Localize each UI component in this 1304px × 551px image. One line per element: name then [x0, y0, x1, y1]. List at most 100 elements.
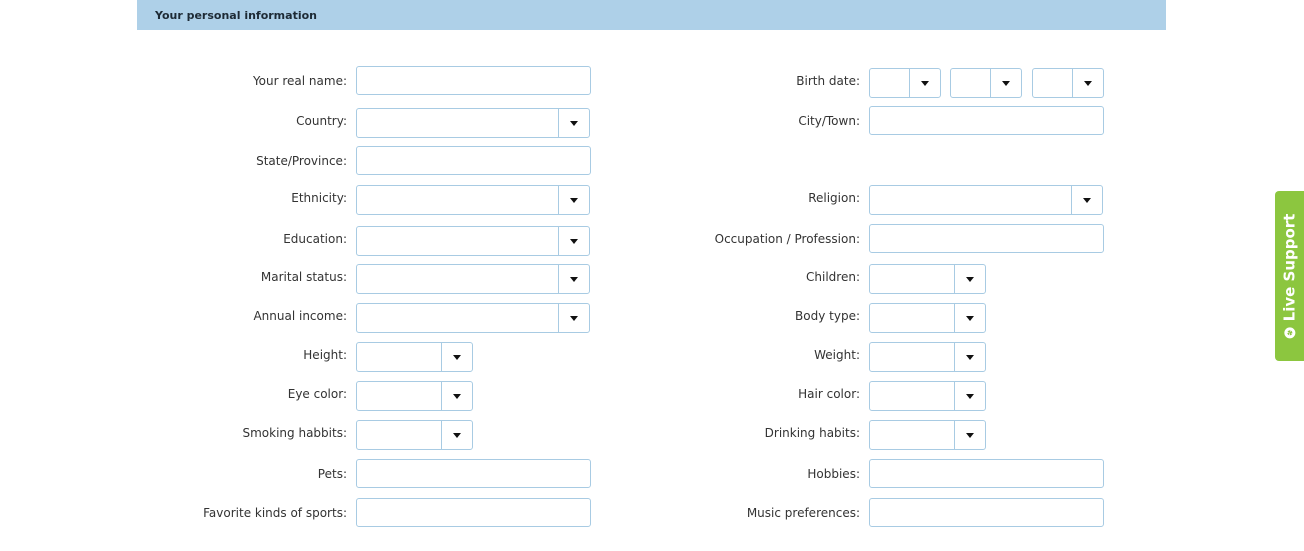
ethnicity-select[interactable]	[356, 185, 590, 215]
education-value	[357, 227, 558, 255]
religion-select[interactable]	[869, 185, 1103, 215]
annual-income-dropdown-button[interactable]	[558, 304, 589, 332]
lifebuoy-icon	[1284, 327, 1296, 339]
children-dropdown-button[interactable]	[954, 265, 985, 293]
religion-dropdown-button[interactable]	[1071, 186, 1102, 214]
country-dropdown-button[interactable]	[558, 109, 589, 137]
smoking-value	[357, 421, 441, 449]
live-support-label: Live Support	[1280, 213, 1299, 322]
city-input[interactable]	[869, 106, 1104, 135]
weight-select[interactable]	[869, 342, 986, 372]
chevron-down-icon	[1083, 197, 1091, 203]
chevron-down-icon	[966, 393, 974, 399]
birth-day-select[interactable]	[869, 68, 941, 98]
children-value	[870, 265, 954, 293]
hobbies-label: Hobbies:	[807, 467, 860, 481]
ethnicity-dropdown-button[interactable]	[558, 186, 589, 214]
hobbies-input[interactable]	[869, 459, 1104, 488]
city-label: City/Town:	[798, 114, 860, 128]
music-label: Music preferences:	[746, 506, 860, 520]
ethnicity-label: Ethnicity:	[291, 191, 347, 205]
sports-label: Favorite kinds of sports:	[203, 506, 347, 520]
section-header: Your personal information	[137, 0, 1166, 30]
chevron-down-icon	[966, 354, 974, 360]
chevron-down-icon	[1084, 80, 1092, 86]
drinking-select[interactable]	[869, 420, 986, 450]
ethnicity-value	[357, 186, 558, 214]
hair-color-select[interactable]	[869, 381, 986, 411]
country-select[interactable]	[356, 108, 590, 138]
personal-info-page: Your personal information Your real name…	[0, 0, 1304, 551]
marital-status-value	[357, 265, 558, 293]
state-input[interactable]	[356, 146, 591, 175]
body-type-select[interactable]	[869, 303, 986, 333]
occupation-input[interactable]	[869, 224, 1104, 253]
annual-income-select[interactable]	[356, 303, 590, 333]
chevron-down-icon	[570, 120, 578, 126]
country-value	[357, 109, 558, 137]
height-value	[357, 343, 441, 371]
sports-input[interactable]	[356, 498, 591, 527]
religion-label: Religion:	[808, 191, 860, 205]
birth-month-value	[951, 69, 990, 97]
live-support-content: Live Support	[1281, 214, 1299, 339]
smoking-select[interactable]	[356, 420, 473, 450]
state-label: State/Province:	[256, 154, 347, 168]
education-label: Education:	[283, 232, 347, 246]
hair-color-value	[870, 382, 954, 410]
drinking-value	[870, 421, 954, 449]
music-input[interactable]	[869, 498, 1104, 527]
hair-color-label: Hair color:	[798, 387, 860, 401]
education-select[interactable]	[356, 226, 590, 256]
children-label: Children:	[806, 270, 860, 284]
smoking-dropdown-button[interactable]	[441, 421, 472, 449]
birth-date-label: Birth date:	[796, 74, 860, 88]
eye-color-select[interactable]	[356, 381, 473, 411]
height-select[interactable]	[356, 342, 473, 372]
birth-year-value	[1033, 69, 1072, 97]
real-name-input[interactable]	[356, 66, 591, 95]
eye-color-label: Eye color:	[287, 387, 347, 401]
country-label: Country:	[296, 114, 347, 128]
hair-color-dropdown-button[interactable]	[954, 382, 985, 410]
religion-value	[870, 186, 1071, 214]
birth-day-dropdown-button[interactable]	[909, 69, 940, 97]
annual-income-label: Annual income:	[253, 309, 347, 323]
weight-value	[870, 343, 954, 371]
height-dropdown-button[interactable]	[441, 343, 472, 371]
birth-year-select[interactable]	[1032, 68, 1104, 98]
real-name-label: Your real name:	[252, 74, 347, 88]
chevron-down-icon	[1002, 80, 1010, 86]
section-title: Your personal information	[155, 9, 317, 22]
chevron-down-icon	[570, 197, 578, 203]
annual-income-value	[357, 304, 558, 332]
body-type-dropdown-button[interactable]	[954, 304, 985, 332]
marital-status-select[interactable]	[356, 264, 590, 294]
education-dropdown-button[interactable]	[558, 227, 589, 255]
pets-input[interactable]	[356, 459, 591, 488]
drinking-dropdown-button[interactable]	[954, 421, 985, 449]
chevron-down-icon	[453, 393, 461, 399]
children-select[interactable]	[869, 264, 986, 294]
birth-day-value	[870, 69, 909, 97]
eye-color-dropdown-button[interactable]	[441, 382, 472, 410]
birth-month-dropdown-button[interactable]	[990, 69, 1021, 97]
occupation-label: Occupation / Profession:	[714, 232, 860, 246]
chevron-down-icon	[570, 276, 578, 282]
chevron-down-icon	[453, 432, 461, 438]
birth-year-dropdown-button[interactable]	[1072, 69, 1103, 97]
marital-status-dropdown-button[interactable]	[558, 265, 589, 293]
birth-month-select[interactable]	[950, 68, 1022, 98]
chevron-down-icon	[453, 354, 461, 360]
live-support-button[interactable]: Live Support	[1275, 191, 1304, 361]
chevron-down-icon	[570, 238, 578, 244]
weight-label: Weight:	[814, 348, 860, 362]
chevron-down-icon	[966, 315, 974, 321]
smoking-label: Smoking habbits:	[242, 426, 348, 440]
weight-dropdown-button[interactable]	[954, 343, 985, 371]
drinking-label: Drinking habits:	[764, 426, 860, 440]
chevron-down-icon	[570, 315, 578, 321]
body-type-label: Body type:	[795, 309, 860, 323]
chevron-down-icon	[966, 276, 974, 282]
chevron-down-icon	[921, 80, 929, 86]
